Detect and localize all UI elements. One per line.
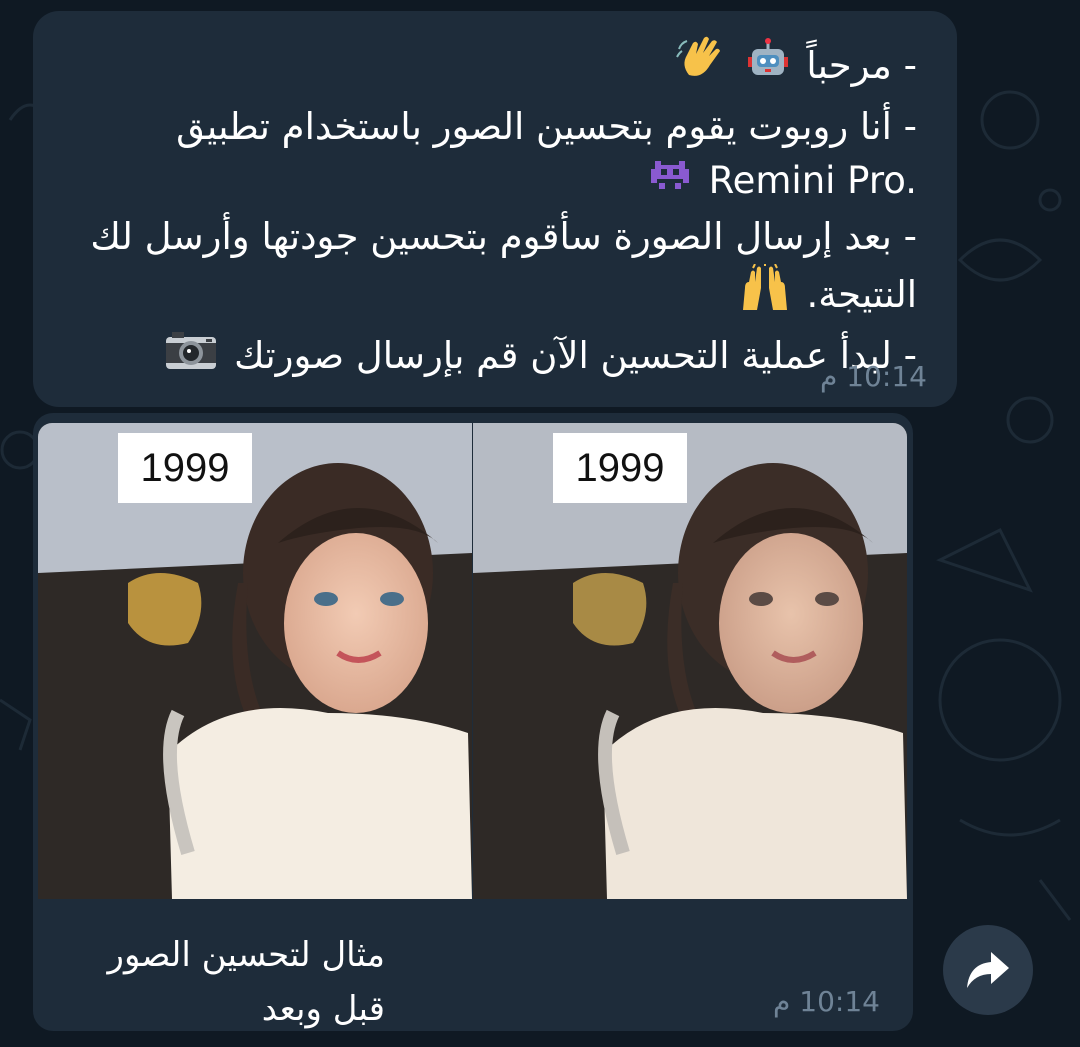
message-bubble-photos[interactable]: 1999 1999 مثال لتحسين الصور قبل وبعد 10:… (33, 413, 913, 1031)
message-text: - مرحباً - أنا روبوت يقوم بتحسين الصور ب… (57, 35, 917, 386)
message-line: - أنا روبوت يقوم بتحسين الصور باستخدام ت… (176, 105, 917, 148)
photo-caption: مثال لتحسين الصور قبل وبعد (45, 928, 385, 1031)
photo-before[interactable]: 1999 (38, 423, 472, 899)
message-bubble-welcome[interactable]: - مرحباً - أنا روبوت يقوم بتحسين الصور ب… (33, 11, 957, 407)
waving-hand-icon (675, 35, 725, 100)
line-text: - مرحباً (806, 44, 917, 87)
message-line: - بعد إرسال الصورة سأقوم بتحسين جودتها و… (90, 215, 917, 258)
robot-icon (745, 37, 791, 98)
photo-after[interactable]: 1999 (473, 423, 907, 899)
message-line: Remini Pro. (57, 154, 917, 210)
line-text: - لبدأ عملية التحسين الآن قم بإرسال صورت… (234, 334, 917, 377)
message-time: 10:14 م (820, 360, 927, 393)
line-text: Remini Pro. (708, 159, 917, 202)
caption-line: قبل وبعد (261, 989, 385, 1029)
year-label: 1999 (118, 433, 252, 503)
raising-hands-icon (739, 263, 791, 329)
alien-monster-icon (647, 155, 693, 210)
year-label: 1999 (553, 433, 687, 503)
message-time: 10:14 م (773, 985, 880, 1018)
photo-before-image (38, 423, 472, 899)
caption-line: مثال لتحسين الصور (107, 935, 385, 975)
message-line: النتيجة. (57, 263, 917, 329)
camera-icon (164, 329, 218, 386)
line-text: النتيجة. (806, 273, 917, 316)
share-arrow-icon (967, 952, 1009, 988)
message-line: - لبدأ عملية التحسين الآن قم بإرسال صورت… (57, 329, 917, 386)
photo-after-image (473, 423, 907, 899)
share-button[interactable] (943, 925, 1033, 1015)
message-line: - مرحباً (57, 35, 917, 100)
